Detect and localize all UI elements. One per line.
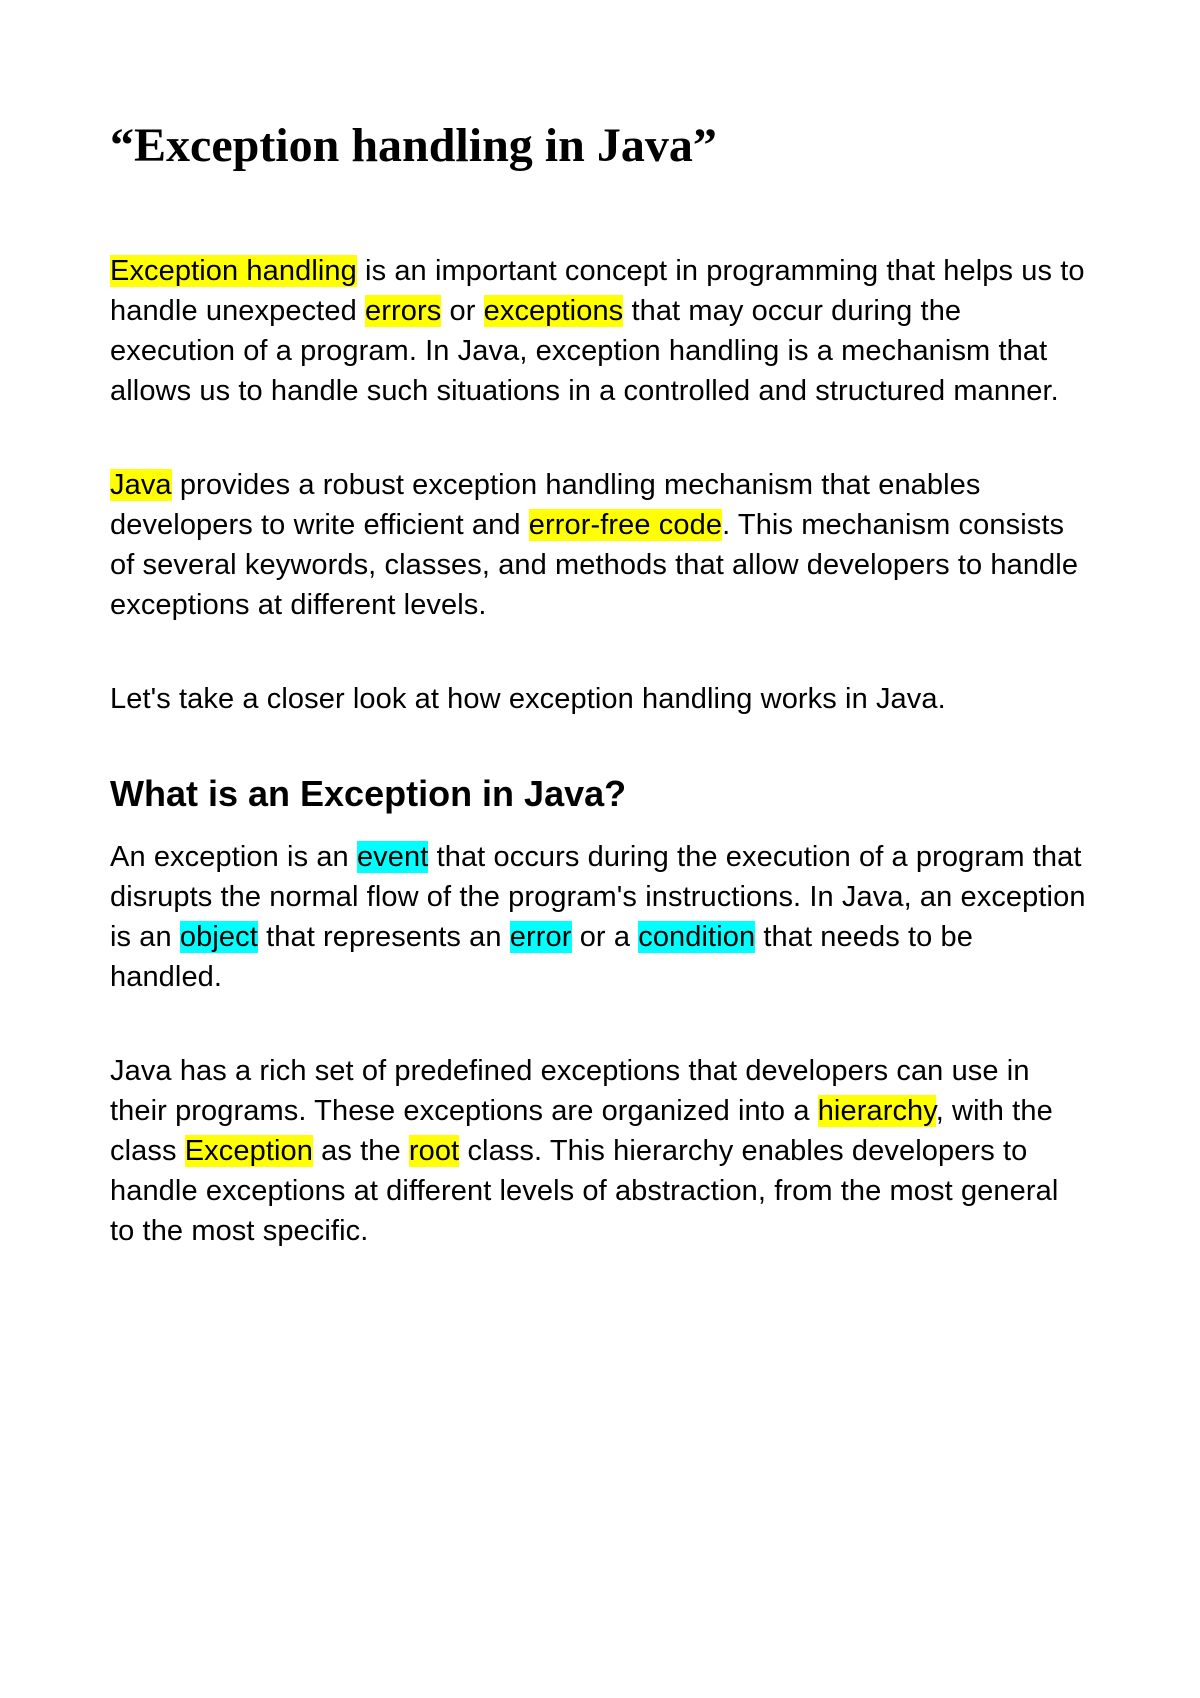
paragraph-3: Let's take a closer look at how exceptio… [110,679,1090,719]
highlight-errors: errors [365,295,441,327]
highlight-event: event [357,841,428,873]
highlight-object: object [180,921,258,953]
subheading-what-is-exception: What is an Exception in Java? [110,773,1090,815]
text-span: that represents an [258,921,510,953]
text-span: An exception is an [110,841,357,873]
highlight-error: error [510,921,572,953]
highlight-exception-handling: Exception handling [110,255,357,287]
highlight-error-free-code: error-free code [529,509,722,541]
paragraph-4: An exception is an event that occurs dur… [110,837,1090,997]
paragraph-2: Java provides a robust exception handlin… [110,465,1090,625]
text-span: or [441,295,483,327]
highlight-hierarchy: hierarchy [818,1095,936,1127]
document-title: “Exception handling in Java” [110,118,1090,173]
text-span: as the [313,1135,409,1167]
text-span: or a [572,921,639,953]
paragraph-1: Exception handling is an important conce… [110,251,1090,411]
highlight-java: Java [110,469,172,501]
highlight-root: root [409,1135,459,1167]
highlight-condition: condition [638,921,755,953]
paragraph-5: Java has a rich set of predefined except… [110,1051,1090,1251]
highlight-exceptions: exceptions [484,295,624,327]
highlight-exception-class: Exception [185,1135,313,1167]
